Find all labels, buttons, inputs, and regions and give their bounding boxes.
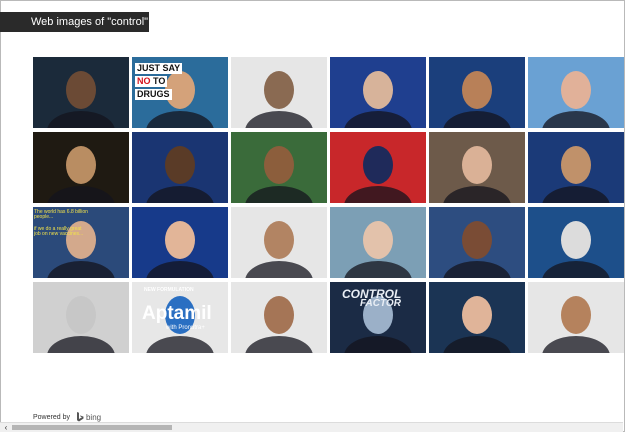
image-just-say-no-text: JUST SAY: [135, 63, 183, 74]
image-selfie-couple[interactable]: [330, 207, 426, 278]
image-young-man-thumbnail: [429, 57, 525, 128]
image-aptamil[interactable]: NEW FORMULATION Aptamil with Pronutra+: [132, 282, 228, 353]
image-older-man-thumbnail: [429, 132, 525, 203]
image-performer[interactable]: [528, 132, 624, 203]
bing-icon: [76, 412, 84, 422]
scroll-left-arrow-icon[interactable]: ‹: [2, 423, 10, 432]
image-goggles-man-thumbnail: [33, 132, 129, 203]
image-aptamil-text: NEW FORMULATION: [144, 287, 194, 293]
powered-by-label: Powered by: [33, 413, 70, 421]
image-gates-text[interactable]: The world has 6.8 billion people... if we…: [33, 207, 129, 278]
image-driver-man-thumbnail: [231, 282, 327, 353]
image-older-man[interactable]: [429, 132, 525, 203]
image-control-factor[interactable]: CONTROL FACTOR: [330, 282, 426, 353]
image-gates-text-text: The world has 6.8 billion people...: [34, 209, 88, 220]
image-blue-hoodie[interactable]: [231, 57, 327, 128]
image-couple-thumbnail: [231, 207, 327, 278]
image-rapper-portrait-thumbnail: [132, 132, 228, 203]
image-smiling-man-thumbnail: [528, 57, 624, 128]
scroll-thumb[interactable]: [12, 425, 172, 430]
image-young-man[interactable]: [429, 57, 525, 128]
image-couple[interactable]: [231, 207, 327, 278]
image-results-grid: JUST SAY NO TO DRUGS The world has 6.8 bill…: [33, 57, 624, 353]
image-blue-hoodie-thumbnail: [231, 57, 327, 128]
to-word: TO: [150, 76, 166, 86]
image-poster-art[interactable]: [330, 132, 426, 203]
image-goggles-man[interactable]: [33, 132, 129, 203]
bing-label: bing: [85, 412, 102, 422]
no-word: NO: [137, 76, 151, 86]
image-infographic-thumbnail: [528, 207, 624, 278]
image-selfie-couple-thumbnail: [330, 207, 426, 278]
image-infographic[interactable]: [528, 207, 624, 278]
image-putin-flag-thumbnail: [330, 57, 426, 128]
image-politician-thumbnail: [429, 282, 525, 353]
image-news-woman[interactable]: [429, 207, 525, 278]
image-just-say-no[interactable]: JUST SAY NO TO DRUGS: [132, 57, 228, 128]
image-aptamil-text: with Pronutra+: [166, 325, 205, 331]
image-remote-control[interactable]: [33, 282, 129, 353]
search-query-label: Web images of "control": [31, 16, 149, 28]
image-cap-man[interactable]: [231, 132, 327, 203]
no-to-text: NO TO: [135, 76, 168, 87]
image-woman-portrait[interactable]: [33, 57, 129, 128]
footer: Powered by bing: [33, 412, 101, 422]
image-just-say-no-text: DRUGS: [135, 89, 172, 100]
image-remote-control-thumbnail: [33, 282, 129, 353]
image-driver-man[interactable]: [231, 282, 327, 353]
image-gates-text-text: if we do a really great job on new vacci…: [34, 226, 84, 237]
image-woman-smiling[interactable]: [528, 282, 624, 353]
image-aptamil-text: Aptamil: [142, 303, 212, 324]
image-smiling-man[interactable]: [528, 57, 624, 128]
image-woman-smiling-thumbnail: [528, 282, 624, 353]
image-politician[interactable]: [429, 282, 525, 353]
image-control-factor-text: FACTOR: [360, 298, 401, 309]
image-flag-man[interactable]: [132, 207, 228, 278]
search-query-bar[interactable]: Web images of "control": [0, 12, 165, 37]
image-flag-man-thumbnail: [132, 207, 228, 278]
image-putin-flag[interactable]: [330, 57, 426, 128]
image-performer-thumbnail: [528, 132, 624, 203]
image-news-woman-thumbnail: [429, 207, 525, 278]
image-cap-man-thumbnail: [231, 132, 327, 203]
image-rapper-portrait[interactable]: [132, 132, 228, 203]
image-poster-art-thumbnail: [330, 132, 426, 203]
bing-logo[interactable]: bing: [76, 412, 101, 422]
image-woman-portrait-thumbnail: [33, 57, 129, 128]
horizontal-scrollbar[interactable]: ‹: [0, 422, 623, 432]
